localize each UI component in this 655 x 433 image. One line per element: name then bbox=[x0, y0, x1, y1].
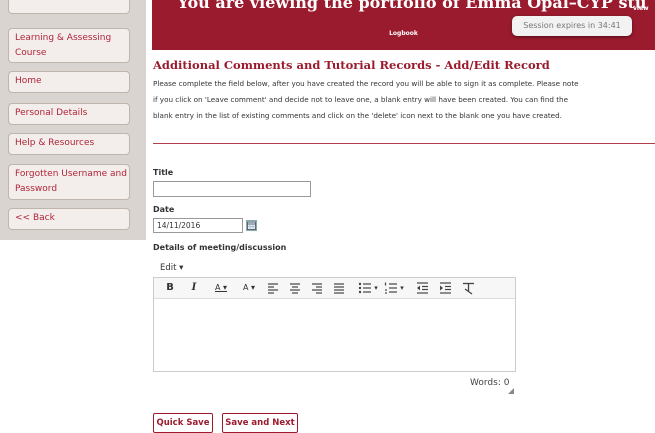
background-color-button[interactable]: A ▾ bbox=[238, 281, 260, 295]
sidebar-item-top[interactable] bbox=[8, 0, 130, 14]
sidebar-item-label: Home bbox=[15, 76, 42, 86]
save-and-next-button[interactable]: Save and Next bbox=[222, 413, 298, 433]
sidebar-item-home[interactable]: Home bbox=[8, 71, 130, 93]
bullet-list-icon[interactable] bbox=[358, 281, 372, 295]
word-count: Words: 0 bbox=[470, 378, 510, 388]
sidebar-item-forgotten-credentials[interactable]: Forgotten Username and Password bbox=[8, 164, 130, 200]
sidebar-item-help[interactable]: Help & Resources bbox=[8, 133, 130, 155]
instruction-line: Please complete the field below, after y… bbox=[153, 79, 579, 88]
instructions-text: Please complete the field below, after y… bbox=[153, 76, 655, 122]
bullet-list-dropdown[interactable]: ▾ bbox=[372, 281, 380, 295]
details-editor-area[interactable] bbox=[154, 299, 515, 371]
sidebar-item-label: Forgotten Username and Password bbox=[15, 169, 127, 194]
bold-button[interactable]: B bbox=[164, 281, 176, 295]
calendar-icon[interactable] bbox=[246, 220, 257, 231]
editor-toolbar: B I A ▾ A ▾ ▾ ▾ bbox=[154, 278, 515, 299]
align-left-icon[interactable] bbox=[267, 281, 279, 295]
edit-menu[interactable]: Edit ▾ bbox=[160, 263, 183, 273]
date-input[interactable]: 14/11/2016 bbox=[153, 218, 243, 233]
clear-formatting-icon[interactable] bbox=[462, 281, 475, 295]
sidebar-item-back[interactable]: << Back bbox=[8, 208, 130, 230]
page-title: Additional Comments and Tutorial Records… bbox=[153, 58, 550, 72]
banner-title: You are viewing the portfolio of Emma Op… bbox=[177, 0, 647, 12]
sidebar-item-label: Help & Resources bbox=[15, 138, 95, 148]
sidebar-item-label: Learning & Assessing Course bbox=[15, 33, 112, 58]
view-link[interactable]: view bbox=[633, 5, 649, 12]
title-input[interactable] bbox=[153, 181, 311, 197]
rich-text-editor: B I A ▾ A ▾ ▾ ▾ bbox=[153, 277, 516, 372]
numbered-list-icon[interactable] bbox=[384, 281, 398, 295]
sidebar-item-personal-details[interactable]: Personal Details bbox=[8, 103, 130, 125]
align-center-icon[interactable] bbox=[289, 281, 301, 295]
numbered-list-dropdown[interactable]: ▾ bbox=[398, 281, 406, 295]
title-label: Title bbox=[153, 168, 174, 177]
section-divider bbox=[153, 143, 655, 144]
sidebar-item-label: Personal Details bbox=[15, 108, 88, 118]
outdent-icon[interactable] bbox=[416, 281, 429, 295]
indent-icon[interactable] bbox=[439, 281, 452, 295]
font-color-button[interactable]: A ▾ bbox=[210, 281, 232, 295]
date-label: Date bbox=[153, 205, 175, 214]
align-right-icon[interactable] bbox=[311, 281, 323, 295]
italic-button[interactable]: I bbox=[188, 281, 200, 295]
instruction-line: if you click on 'Leave comment' and deci… bbox=[153, 94, 569, 104]
sidebar-item-course[interactable]: Learning & Assessing Course bbox=[8, 28, 130, 63]
quick-save-button[interactable]: Quick Save bbox=[153, 413, 213, 433]
align-justify-icon[interactable] bbox=[333, 281, 345, 295]
editor-resize-grip[interactable] bbox=[508, 388, 514, 394]
details-label: Details of meeting/discussion bbox=[153, 243, 287, 252]
sidebar-item-label: << Back bbox=[15, 213, 55, 223]
sidebar-nav: Learning & Assessing Course Home Persona… bbox=[0, 0, 146, 240]
session-timer-badge: Session expires in 34:41 bbox=[512, 16, 632, 36]
instruction-line: blank entry in the list of existing comm… bbox=[153, 110, 562, 120]
